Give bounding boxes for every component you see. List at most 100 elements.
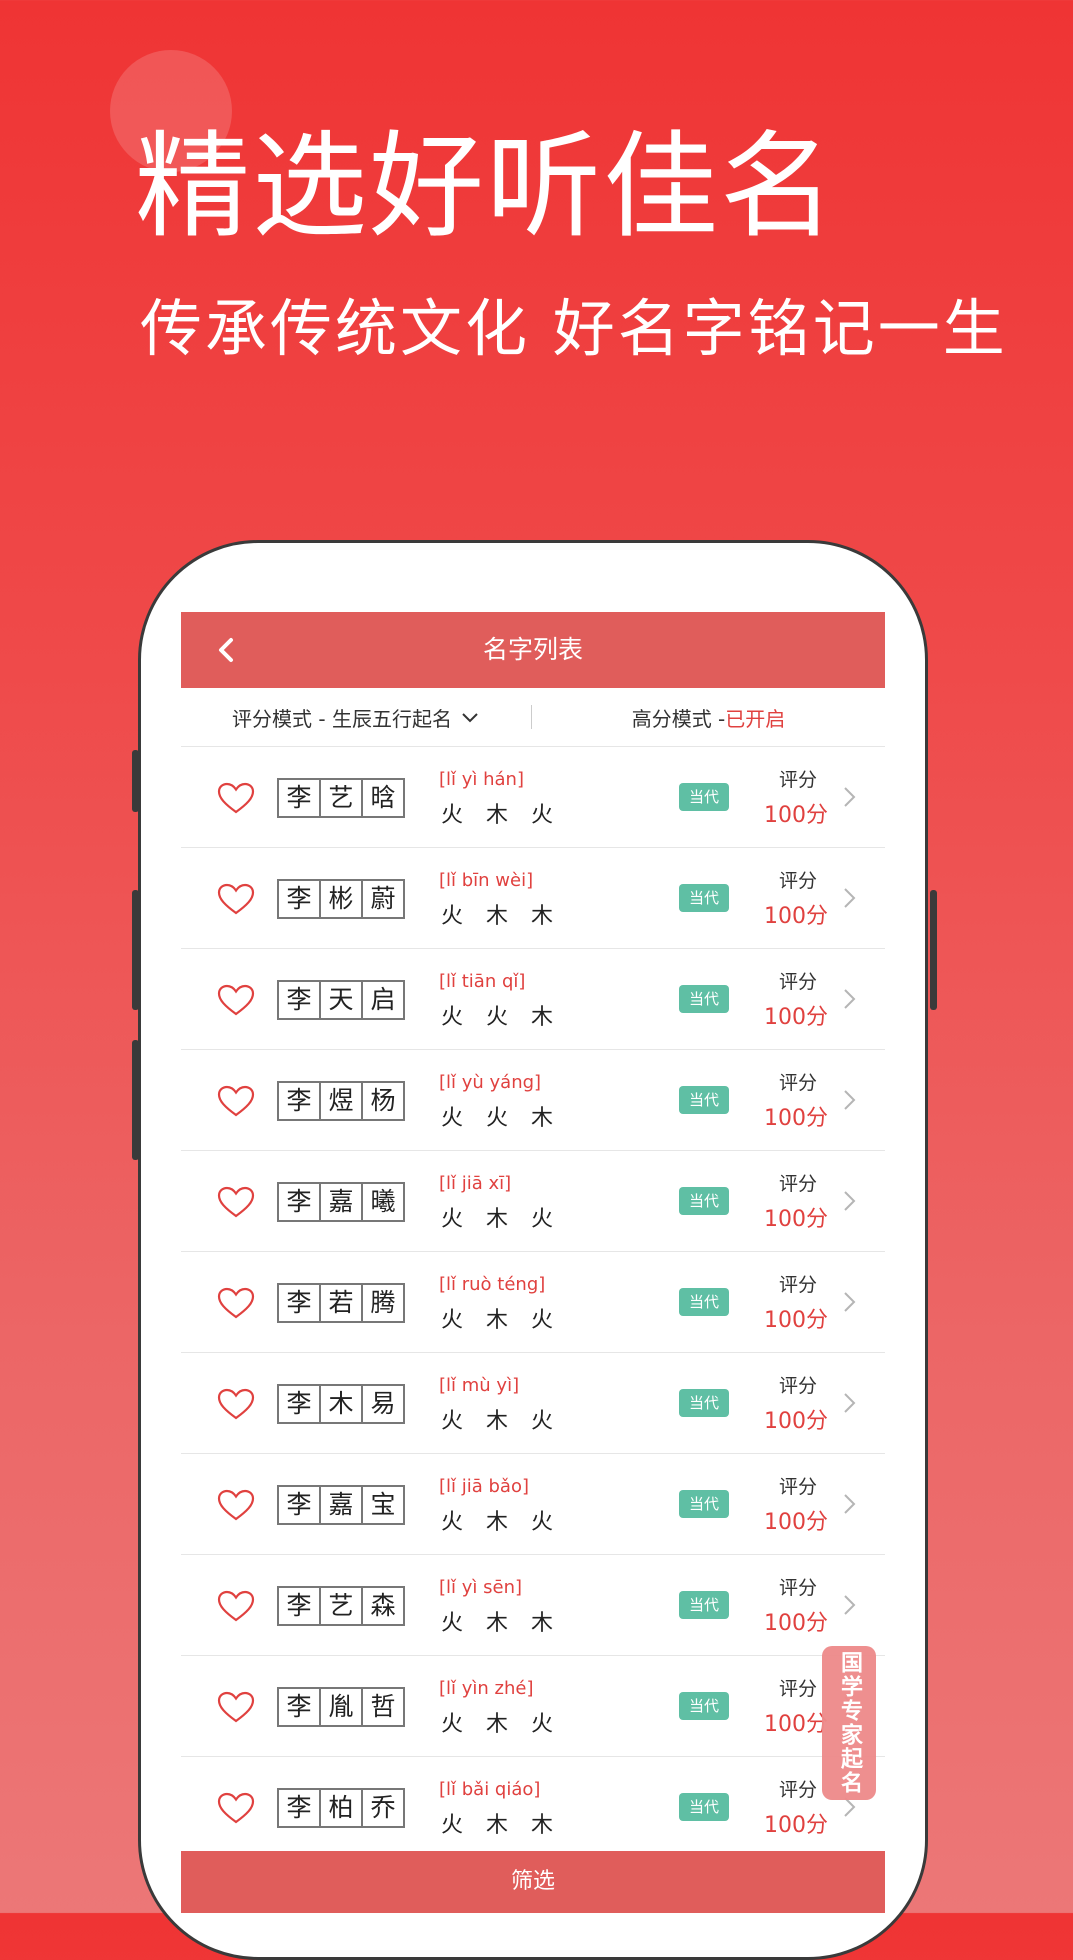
name-char: 宝 [370,1490,396,1519]
list-item[interactable]: 李 柏 乔 [lǐ bǎi qiáo] 火 木 木 当代 评分 100分 [181,1757,885,1858]
era-badge: 当代 [679,985,729,1013]
five-elements: 火 木 火 [441,1409,561,1434]
mode-bar: 评分模式 - 生辰五行起名 高分模式 - 已开启 [181,688,885,747]
chevron-down-icon [462,713,478,723]
list-item[interactable]: 李 胤 哲 [lǐ yìn zhé] 火 木 火 当代 评分 100分 [181,1656,885,1757]
pinyin: [lǐ jiā xī] [439,1173,512,1194]
name-char: 胤 [321,1689,363,1725]
era-badge: 当代 [679,1490,729,1518]
scoring-mode-label: 评分模式 - 生辰五行起名 [232,706,452,731]
list-item[interactable]: 李 木 易 [lǐ mù yì] 火 木 火 当代 评分 100分 [181,1353,885,1454]
list-item[interactable]: 李 天 启 [lǐ tiān qǐ] 火 火 木 当代 评分 100分 [181,949,885,1050]
list-item[interactable]: 李 彬 蔚 [lǐ bīn wèi] 火 木 木 当代 评分 100分 [181,848,885,949]
name-char: 嘉 [321,1487,363,1523]
name-characters: 李 彬 蔚 [277,879,405,919]
name-char: 李 [279,1386,321,1422]
score-label: 评分 [778,1577,817,1599]
name-char: 蔚 [370,884,396,913]
list-item[interactable]: 李 艺 森 [lǐ yì sēn] 火 木 木 当代 评分 100分 [181,1555,885,1656]
era-badge: 当代 [679,1591,729,1619]
name-char: 李 [279,1689,321,1725]
top-bar: 名字列表 [181,612,885,688]
five-elements: 火 木 木 [441,1611,561,1636]
name-char: 哲 [370,1692,396,1721]
chevron-right-icon [844,1393,856,1413]
phone-side-button [132,890,139,1010]
name-char: 森 [370,1591,396,1620]
pinyin: [lǐ bǎi qiáo] [439,1779,541,1800]
name-characters: 李 嘉 曦 [277,1182,405,1222]
heart-icon[interactable] [217,1691,255,1723]
name-characters: 李 嘉 宝 [277,1485,405,1525]
chevron-right-icon [844,888,856,908]
high-score-mode-toggle[interactable]: 高分模式 - 已开启 [532,703,885,732]
scoring-mode-dropdown[interactable]: 评分模式 - 生辰五行起名 [181,703,531,732]
heart-icon[interactable] [217,883,255,915]
chevron-right-icon [844,787,856,807]
five-elements: 火 火 木 [441,1106,561,1131]
name-characters: 李 艺 森 [277,1586,405,1626]
score-label: 评分 [778,1173,817,1195]
pinyin: [lǐ yù yáng] [439,1072,542,1093]
name-characters: 李 胤 哲 [277,1687,405,1727]
score-label: 评分 [778,1375,817,1397]
heart-icon[interactable] [217,1186,255,1218]
name-char: 易 [370,1389,396,1418]
score-label: 评分 [778,1072,817,1094]
filter-button[interactable]: 筛选 [181,1851,885,1913]
heart-icon[interactable] [217,1388,255,1420]
name-char: 李 [279,780,321,816]
score-value: 100分 [764,1510,828,1535]
name-char: 曦 [370,1187,396,1216]
score-value: 100分 [764,803,828,828]
heart-icon[interactable] [217,1287,255,1319]
heart-icon[interactable] [217,1590,255,1622]
five-elements: 火 木 火 [441,1308,561,1333]
score-value: 100分 [764,1611,828,1636]
pinyin: [lǐ yì sēn] [439,1577,523,1598]
era-badge: 当代 [679,884,729,912]
score-label: 评分 [778,971,817,993]
page-title: 名字列表 [482,635,583,664]
heart-icon[interactable] [217,1489,255,1521]
list-item[interactable]: 李 艺 晗 [lǐ yì hán] 火 木 火 当代 评分 100分 [181,747,885,848]
list-item[interactable]: 李 若 腾 [lǐ ruò téng] 火 木 火 当代 评分 100分 [181,1252,885,1353]
name-char: 李 [279,1588,321,1624]
score-value: 100分 [764,1207,828,1232]
chevron-right-icon [844,1494,856,1514]
name-characters: 李 天 启 [277,980,405,1020]
score-value: 100分 [764,1106,828,1131]
era-badge: 当代 [679,1086,729,1114]
five-elements: 火 火 木 [441,1005,561,1030]
list-item[interactable]: 李 嘉 宝 [lǐ jiā bǎo] 火 木 火 当代 评分 100分 [181,1454,885,1555]
chevron-right-icon [844,989,856,1009]
name-char: 李 [279,1083,321,1119]
pinyin: [lǐ mù yì] [439,1375,520,1396]
expert-naming-badge[interactable]: 国学专家起名 [822,1646,876,1800]
five-elements: 火 木 火 [441,803,561,828]
heart-icon[interactable] [217,782,255,814]
name-char: 柏 [321,1790,363,1826]
era-badge: 当代 [679,1187,729,1215]
name-characters: 李 煜 杨 [277,1081,405,1121]
era-badge: 当代 [679,783,729,811]
list-item[interactable]: 李 嘉 曦 [lǐ jiā xī] 火 木 火 当代 评分 100分 [181,1151,885,1252]
name-char: 煜 [321,1083,363,1119]
phone-side-button [132,750,139,812]
heart-icon[interactable] [217,1085,255,1117]
heart-icon[interactable] [217,1792,255,1824]
high-score-mode-status: 已开启 [725,706,786,731]
five-elements: 火 木 木 [441,1813,561,1838]
score-value: 100分 [764,1308,828,1333]
name-char: 艺 [321,780,363,816]
name-char: 李 [279,1285,321,1321]
name-list: 李 艺 晗 [lǐ yì hán] 火 木 火 当代 评分 100分 李 彬 蔚… [181,747,885,1858]
pinyin: [lǐ yì hán] [439,769,524,790]
heart-icon[interactable] [217,984,255,1016]
name-char: 若 [321,1285,363,1321]
name-char: 李 [279,1487,321,1523]
list-item[interactable]: 李 煜 杨 [lǐ yù yáng] 火 火 木 当代 评分 100分 [181,1050,885,1151]
hero-subtitle: 传承传统文化 好名字铭记一生 [140,292,1008,365]
chevron-right-icon [844,1090,856,1110]
name-characters: 李 柏 乔 [277,1788,405,1828]
